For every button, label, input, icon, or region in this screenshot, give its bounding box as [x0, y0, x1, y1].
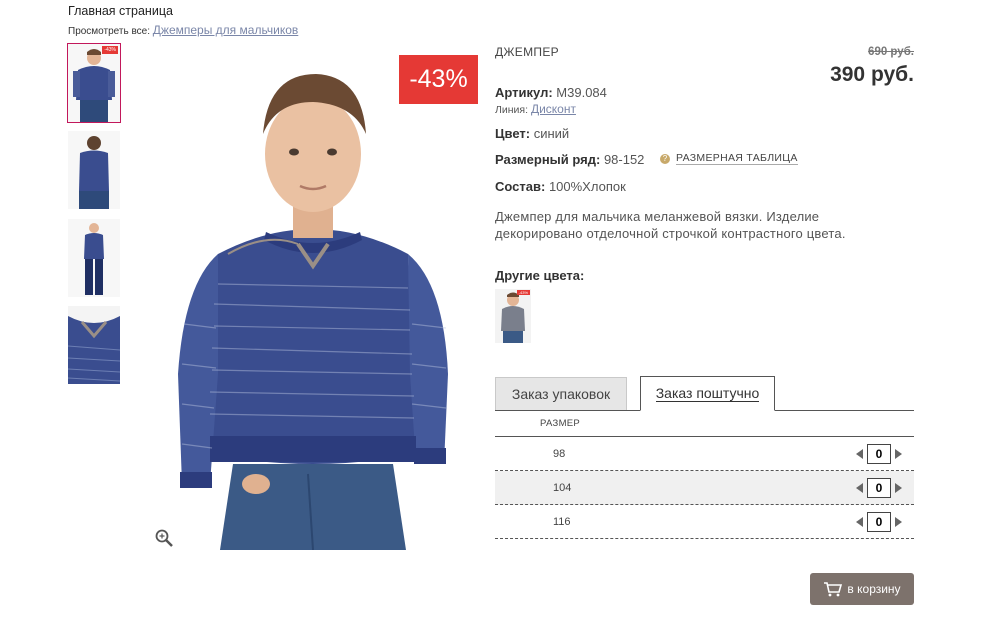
table-row: 116 — [495, 505, 914, 539]
table-row: 104 — [495, 471, 914, 505]
thumbnail-back[interactable] — [68, 131, 120, 209]
quantity-input[interactable] — [867, 511, 891, 532]
other-colors-heading: Другие цвета: — [495, 268, 585, 283]
quantity-stepper — [856, 511, 902, 532]
sku-row: Артикул: M39.084 — [495, 85, 607, 100]
table-row: 98 — [495, 437, 914, 471]
sku-label: Артикул: — [495, 85, 553, 100]
tab-single-order-label: Заказ поштучно — [655, 385, 760, 402]
quantity-input[interactable] — [867, 477, 891, 498]
color-label: Цвет: — [495, 126, 531, 141]
increase-arrow-icon[interactable] — [895, 482, 902, 493]
thumbnail-back-image — [68, 131, 120, 209]
size-chart-label: РАЗМЕРНАЯ ТАБЛИЦА — [676, 152, 798, 165]
line-label: Линия: — [495, 104, 529, 116]
current-price: 390 руб. — [830, 63, 914, 86]
increase-arrow-icon[interactable] — [895, 448, 902, 459]
size-value: 104 — [553, 481, 572, 494]
thumbnail-full-image — [68, 219, 120, 297]
view-all: Просмотреть все: Джемперы для мальчиков — [68, 23, 298, 37]
question-icon: ? — [660, 153, 670, 164]
color-row: Цвет: синий — [495, 126, 569, 141]
view-all-link[interactable]: Джемперы для мальчиков — [153, 23, 298, 37]
quantity-stepper — [856, 477, 902, 498]
size-value: 98 — [553, 447, 566, 460]
thumbnail-discount-badge: -43% — [102, 46, 118, 54]
sku-value: M39.084 — [556, 85, 607, 100]
add-to-cart-label: в корзину — [847, 582, 901, 596]
composition-value: 100%Хлопок — [548, 179, 626, 194]
add-to-cart-button[interactable]: в корзину — [810, 573, 914, 605]
thumbnail-front-image — [68, 44, 120, 122]
main-product-illustration — [148, 44, 478, 550]
product-description: Джемпер для мальчика меланжевой вязки. И… — [495, 209, 846, 241]
decrease-arrow-icon[interactable] — [856, 482, 863, 493]
other-color-swatch[interactable]: -43% — [495, 289, 531, 343]
thumbnail-full[interactable] — [68, 219, 120, 297]
view-all-prefix: Просмотреть все: — [68, 26, 151, 37]
decrease-arrow-icon[interactable] — [856, 516, 863, 527]
size-chart-link[interactable]: ? РАЗМЕРНАЯ ТАБЛИЦА — [660, 152, 798, 165]
old-price: 690 руб. — [868, 46, 914, 58]
color-value: синий — [533, 126, 570, 141]
size-range-label: Размерный ряд: — [495, 152, 601, 167]
product-title: ДЖЕМПЕР — [495, 45, 559, 59]
size-quantity-table: РАЗМЕР 98 104 116 — [495, 411, 914, 539]
other-color-discount-badge: -43% — [516, 290, 530, 295]
breadcrumb-home[interactable]: Главная страница — [68, 4, 173, 18]
zoom-icon[interactable] — [154, 528, 176, 550]
quantity-input[interactable] — [867, 443, 891, 464]
line-link[interactable]: Дисконт — [531, 102, 576, 116]
size-value: 116 — [553, 515, 571, 528]
decrease-arrow-icon[interactable] — [856, 448, 863, 459]
main-product-image[interactable] — [148, 44, 478, 550]
increase-arrow-icon[interactable] — [895, 516, 902, 527]
thumbnail-detail-image — [68, 306, 120, 384]
size-range-value: 98-152 — [603, 152, 645, 167]
size-column-header: РАЗМЕР — [495, 411, 914, 437]
tab-single-order[interactable]: Заказ поштучно — [640, 376, 775, 411]
composition-label: Состав: — [495, 179, 546, 194]
tab-package-order[interactable]: Заказ упаковок — [495, 377, 627, 410]
discount-badge: -43% — [399, 55, 478, 104]
thumbnail-front[interactable]: -43% — [67, 43, 121, 123]
size-range-row: Размерный ряд: 98-152 — [495, 152, 644, 167]
thumbnail-detail[interactable] — [68, 306, 120, 384]
composition-row: Состав: 100%Хлопок — [495, 179, 626, 194]
cart-icon — [824, 582, 843, 597]
line-row: Линия: Дисконт — [495, 102, 576, 116]
quantity-stepper — [856, 443, 902, 464]
other-color-image — [495, 289, 531, 343]
